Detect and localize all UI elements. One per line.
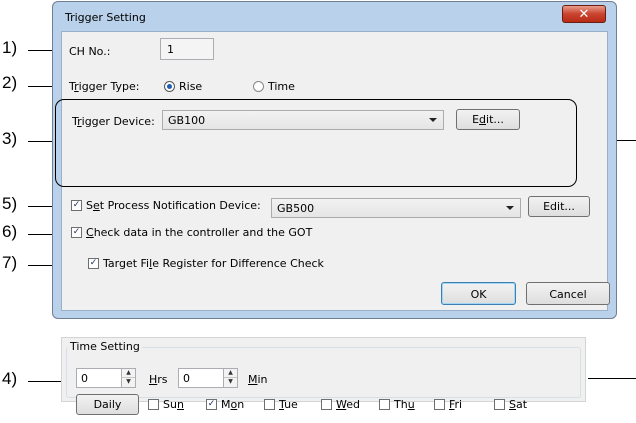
hours-spinner[interactable]: 0 ▲ ▼ <box>76 368 136 388</box>
ok-button[interactable]: OK <box>441 282 516 305</box>
day-tue-checkbox[interactable] <box>264 399 275 410</box>
callout-line-1 <box>28 50 54 51</box>
spin-up-icon[interactable]: ▲ <box>223 369 237 378</box>
callout-4: 4) <box>2 369 18 388</box>
hours-value: 0 <box>81 372 88 385</box>
day-thu-checkbox[interactable] <box>379 399 390 410</box>
time-setting-panel: Time Setting <box>61 337 586 402</box>
ch-no-label: CH No.: <box>69 45 111 58</box>
day-mon-checkbox[interactable]: ✓ <box>206 399 217 410</box>
close-icon: ✕ <box>578 7 590 22</box>
trigger-type-time-label[interactable]: Time <box>268 80 295 93</box>
target-file-register-checkbox[interactable]: ✓ <box>88 258 99 269</box>
day-tue-label[interactable]: Tue <box>279 398 298 411</box>
process-notification-value: GB500 <box>277 202 315 215</box>
hours-label: Hrs <box>149 373 168 386</box>
day-wed-label[interactable]: Wed <box>336 398 360 411</box>
process-notification-combo[interactable]: GB500 <box>271 198 521 218</box>
check-data-label[interactable]: Check data in the controller and the GOT <box>86 226 312 239</box>
daily-button[interactable]: Daily <box>76 394 139 415</box>
trigger-type-rise-radio[interactable] <box>164 81 175 92</box>
trigger-device-edit-button[interactable]: Edit... <box>456 109 520 130</box>
trigger-type-label: Trigger Type: <box>69 80 140 93</box>
ch-no-value: 1 <box>167 43 174 56</box>
trigger-device-combo[interactable]: GB100 <box>162 110 444 130</box>
minutes-label: Min <box>248 373 268 386</box>
trigger-type-rise-label[interactable]: Rise <box>179 80 202 93</box>
callout-5: 5) <box>2 194 18 213</box>
day-fri-label[interactable]: Fri <box>449 398 462 411</box>
spin-down-icon[interactable]: ▼ <box>121 378 135 387</box>
time-setting-group <box>66 347 581 398</box>
process-notification-label[interactable]: Set Process Notification Device: <box>86 199 261 212</box>
window-title: Trigger Setting <box>65 11 146 24</box>
callout-1: 1) <box>2 38 18 57</box>
time-setting-title: Time Setting <box>68 340 142 353</box>
chevron-down-icon <box>429 118 437 122</box>
callout-7: 7) <box>2 253 18 272</box>
process-notification-checkbox[interactable]: ✓ <box>71 200 82 211</box>
day-sat-checkbox[interactable] <box>494 399 505 410</box>
trigger-device-value: GB100 <box>168 114 206 127</box>
close-button[interactable]: ✕ <box>562 5 606 23</box>
day-sat-label[interactable]: Sat <box>509 398 527 411</box>
minutes-value: 0 <box>183 372 190 385</box>
chevron-down-icon <box>506 206 514 210</box>
day-sun-label[interactable]: Sun <box>163 398 184 411</box>
ch-no-field[interactable]: 1 <box>160 38 214 60</box>
callout-2: 2) <box>2 73 18 92</box>
day-wed-checkbox[interactable] <box>321 399 332 410</box>
cancel-button[interactable]: Cancel <box>526 282 610 305</box>
day-fri-checkbox[interactable] <box>434 399 445 410</box>
target-file-register-label[interactable]: Target File Register for Difference Chec… <box>103 257 324 270</box>
trigger-device-label: Trigger Device: <box>72 115 155 128</box>
callout-line-3 <box>28 141 54 142</box>
day-thu-label[interactable]: Thu <box>394 398 415 411</box>
day-sun-checkbox[interactable] <box>148 399 159 410</box>
process-notification-edit-button[interactable]: Edit... <box>528 196 590 217</box>
time-panel-line-right <box>588 378 636 379</box>
title-bar[interactable]: Trigger Setting ✕ <box>53 2 616 32</box>
trigger-type-time-radio[interactable] <box>253 81 264 92</box>
spin-up-icon[interactable]: ▲ <box>121 369 135 378</box>
minutes-spinner[interactable]: 0 ▲ ▼ <box>178 368 238 388</box>
callout-3: 3) <box>2 129 18 148</box>
callout-6: 6) <box>2 222 18 241</box>
day-mon-label[interactable]: Mon <box>221 398 244 411</box>
spin-down-icon[interactable]: ▼ <box>223 378 237 387</box>
check-data-checkbox[interactable]: ✓ <box>71 227 82 238</box>
